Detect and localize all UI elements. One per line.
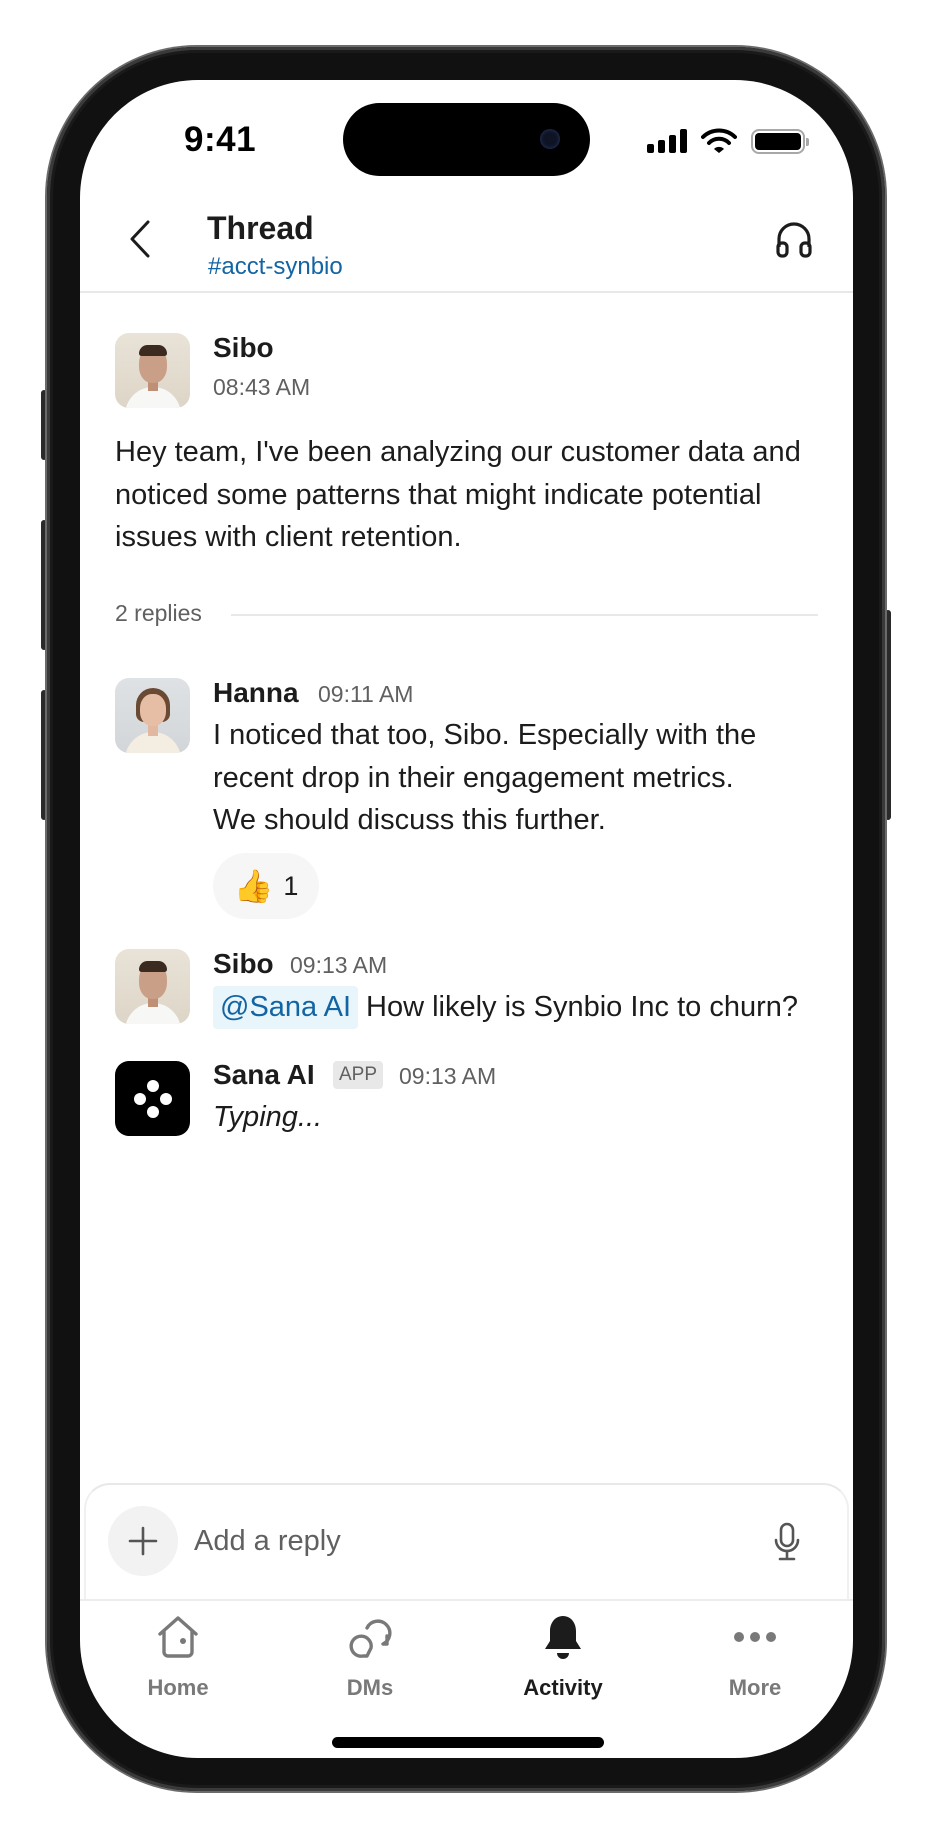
dynamic-island [343, 103, 590, 176]
channel-link[interactable]: #acct-synbio [208, 253, 343, 281]
author-name[interactable]: Sana AI [213, 1059, 315, 1091]
home-icon [158, 1616, 198, 1658]
huddle-button[interactable] [771, 216, 817, 262]
status-icons [647, 128, 809, 154]
reply-input[interactable] [194, 1515, 754, 1567]
author-name[interactable]: Sibo [213, 332, 274, 364]
plus-icon [128, 1526, 158, 1556]
home-indicator[interactable] [332, 1737, 604, 1748]
battery-icon [751, 128, 809, 154]
camera-icon [540, 129, 560, 149]
nav-more[interactable]: More [680, 1613, 830, 1723]
avatar-sibo[interactable] [115, 333, 190, 408]
avatar-sibo[interactable] [115, 949, 190, 1024]
message-body: @Sana AI How likely is Synbio Inc to chur… [213, 986, 853, 1029]
microphone-icon [774, 1522, 800, 1561]
voice-message-button[interactable] [767, 1519, 807, 1565]
typing-indicator: Typing... [213, 1101, 323, 1133]
more-icon [734, 1632, 776, 1642]
page-title: Thread [207, 210, 314, 246]
bottom-nav: Home DMs Activity More [80, 1599, 853, 1758]
status-time: 9:41 [184, 120, 257, 159]
dms-icon [349, 1619, 392, 1658]
add-attachment-button[interactable] [108, 1506, 178, 1576]
wifi-icon [701, 128, 737, 153]
author-name[interactable]: Sibo [213, 948, 274, 980]
power-button [885, 610, 891, 820]
back-button[interactable] [120, 214, 160, 264]
nav-home[interactable]: Home [103, 1613, 253, 1723]
sana-logo-icon [133, 1079, 172, 1118]
reply-composer [84, 1483, 849, 1599]
headphones-icon [776, 222, 812, 258]
app-badge: APP [333, 1061, 384, 1089]
reaction-thumbs-up[interactable]: 👍 1 [213, 853, 319, 919]
mention-sana-ai[interactable]: @Sana AI [213, 986, 359, 1029]
replies-divider [231, 614, 818, 616]
avatar-sana-ai[interactable] [115, 1061, 190, 1136]
reaction-count: 1 [283, 870, 299, 901]
phone-screen: 9:41 Thread #acct-synbio Sibo 08:43 AM H… [80, 80, 853, 1758]
chevron-left-icon [130, 220, 150, 258]
nav-dms[interactable]: DMs [295, 1613, 445, 1723]
thumbs-up-icon: 👍 [233, 868, 274, 904]
author-name[interactable]: Hanna [213, 677, 299, 709]
cellular-signal-icon [647, 129, 687, 153]
message-body: I noticed that too, Sibo. Especially wit… [213, 719, 757, 836]
message-time: 08:43 AM [213, 374, 311, 400]
bell-icon [545, 1616, 581, 1659]
message-time: 09:11 AM [318, 681, 414, 707]
message-time: 09:13 AM [399, 1063, 497, 1089]
replies-count: 2 replies [115, 600, 202, 626]
nav-activity[interactable]: Activity [488, 1613, 638, 1723]
avatar-hanna[interactable] [115, 678, 190, 753]
message-time: 09:13 AM [290, 952, 388, 978]
message-body: Hey team, I've been analyzing our custom… [115, 436, 801, 553]
thread-header: Thread #acct-synbio [80, 190, 853, 293]
